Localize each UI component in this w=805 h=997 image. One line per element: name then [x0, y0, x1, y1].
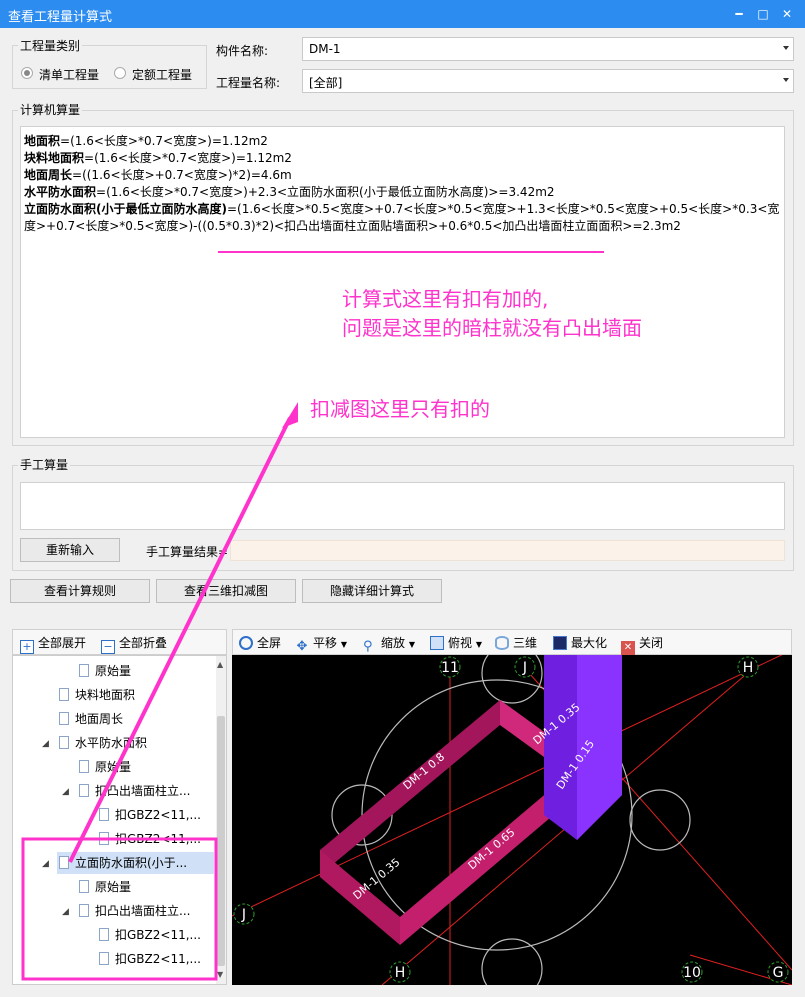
- annotation-text: 扣减图这里只有扣的: [310, 397, 490, 421]
- highlight-box: [21, 837, 218, 981]
- arrow-annotation: [68, 417, 292, 863]
- annotation-text: 计算式这里有扣有加的,: [342, 287, 549, 311]
- annotation-text: 问题是这里的暗柱就没有凸出墙面: [342, 316, 642, 340]
- arrow-head: [282, 402, 298, 428]
- annotation-overlay: [21, 251, 604, 981]
